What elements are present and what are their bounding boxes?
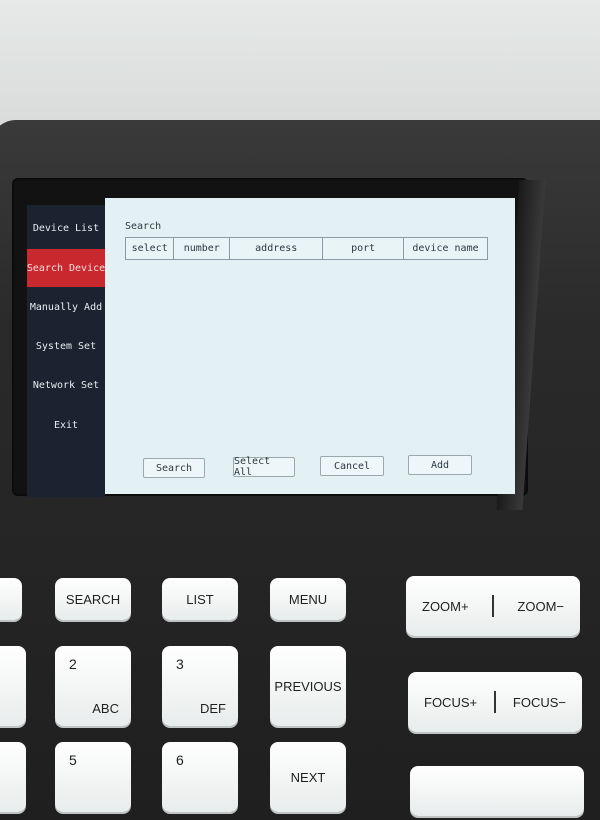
focus-out-label: FOCUS− [512,694,566,710]
previous-key[interactable]: PREVIOUS [270,646,346,726]
focus-in-label: FOCUS+ [424,694,478,710]
table-header-row: select number address port device name [124,237,488,260]
device-table: select number address port device name [124,237,488,260]
column-header-select[interactable]: select [124,237,175,260]
column-header-port[interactable]: port [322,237,405,260]
sidebar-item-search-device[interactable]: Search Device [27,249,105,287]
partial-key-left-top[interactable] [0,578,22,620]
partial-key-left-middle[interactable] [0,646,26,726]
key-6-number: 6 [176,752,184,768]
sidebar-item-exit[interactable]: Exit [27,406,105,444]
key-3-letters: DEF [200,701,226,716]
key-3-number: 3 [176,656,184,672]
key-3[interactable]: 3 DEF [162,646,238,726]
search-button[interactable]: Search [143,458,205,478]
search-device-panel: Search select number address port device… [105,198,515,494]
cancel-button[interactable]: Cancel [320,456,384,476]
sidebar-item-manually-add[interactable]: Manually Add [27,288,105,326]
zoom-out-label: ZOOM− [517,598,564,614]
zoom-in-label: ZOOM+ [422,598,469,614]
key-5[interactable]: 5 [55,742,131,812]
menu-key[interactable]: MENU [270,578,346,620]
sidebar-item-network-set[interactable]: Network Set [27,366,105,404]
zoom-divider [492,595,494,617]
column-header-device-name[interactable]: device name [403,237,488,260]
list-key[interactable]: LIST [162,578,238,620]
next-key[interactable]: NEXT [270,742,346,812]
focus-divider [494,691,496,713]
iris-key-partial[interactable] [410,766,584,816]
key-2-number: 2 [69,656,77,672]
key-2-letters: ABC [92,701,119,716]
key-2[interactable]: 2 ABC [55,646,131,726]
sidebar: Device List Search Device Manually Add S… [27,205,105,497]
key-6[interactable]: 6 [162,742,238,812]
partial-key-left-bottom[interactable] [0,742,26,812]
add-button[interactable]: Add [408,455,472,475]
column-header-address[interactable]: address [229,237,324,260]
focus-key[interactable]: FOCUS+ FOCUS− [408,672,582,732]
zoom-key[interactable]: ZOOM+ ZOOM− [406,576,580,636]
sidebar-item-system-set[interactable]: System Set [27,327,105,365]
key-5-number: 5 [69,752,77,768]
page-title: Search [125,221,162,232]
select-all-button[interactable]: Select All [233,456,295,478]
sidebar-item-device-list[interactable]: Device List [27,209,105,247]
search-key[interactable]: SEARCH [55,578,131,620]
column-header-number[interactable]: number [173,237,231,260]
